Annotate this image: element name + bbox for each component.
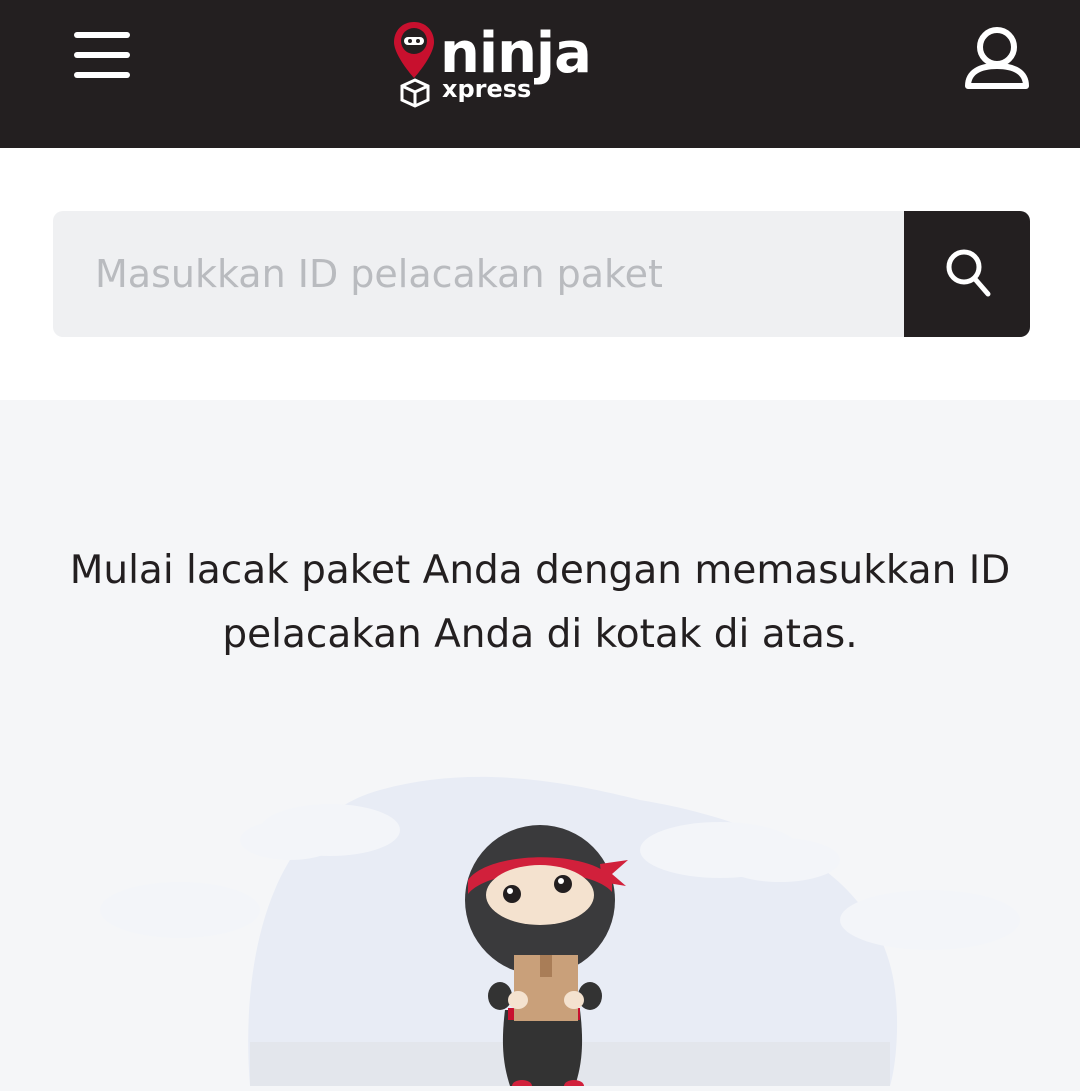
- search-icon: [946, 249, 991, 297]
- top-navigation-bar: ninja xpress: [0, 0, 1080, 148]
- location-pin-logo-icon: [394, 22, 434, 108]
- ninja-xpress-logo[interactable]: ninja xpress: [392, 20, 592, 110]
- ninja-holding-parcel-illustration: [0, 760, 1080, 1091]
- menu-button[interactable]: [74, 32, 130, 82]
- search-button[interactable]: [904, 211, 1030, 337]
- logo-subtitle: xpress: [442, 75, 532, 103]
- tracking-instruction-message: Mulai lacak paket Anda dengan memasukkan…: [69, 548, 1011, 657]
- account-button[interactable]: [962, 24, 1032, 94]
- tracking-search-section: [0, 148, 1080, 400]
- tracking-id-input[interactable]: [53, 211, 904, 337]
- tracking-search-box: [53, 211, 1030, 337]
- user-account-icon: [965, 27, 1029, 89]
